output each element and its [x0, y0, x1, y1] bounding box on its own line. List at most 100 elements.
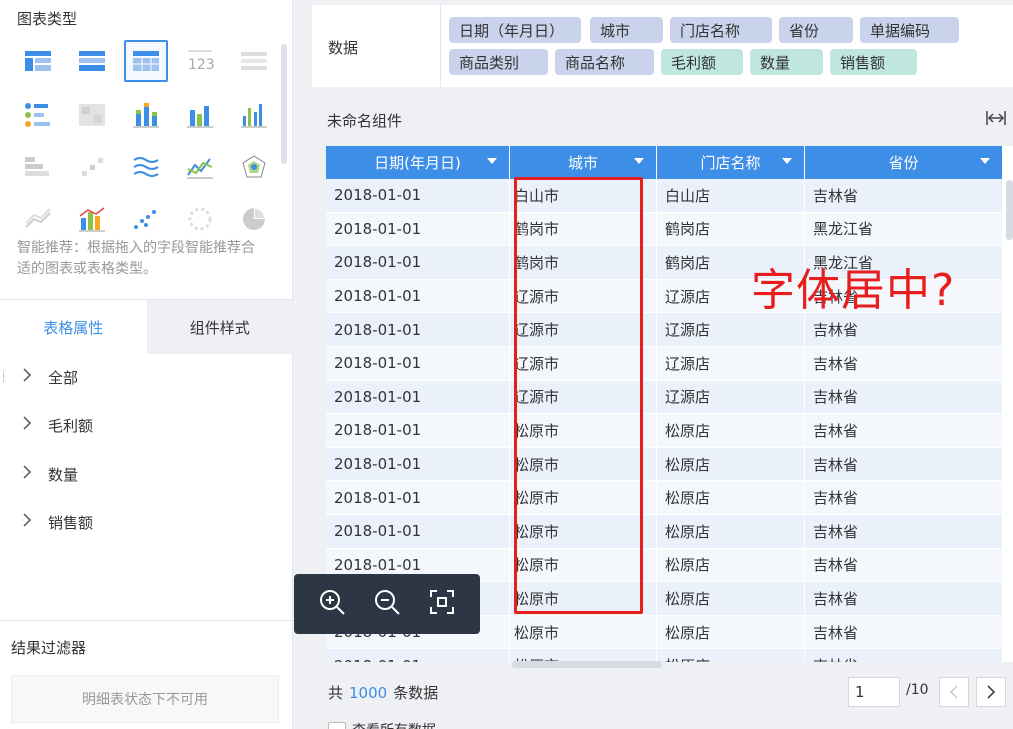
table-row[interactable]: 2018-01-01 辽源市 辽源店 吉林省 — [326, 313, 1003, 347]
prop-item-all[interactable]: 全部 — [22, 365, 78, 389]
cell-province: 吉林省 — [805, 582, 1003, 616]
column-header-label: 门店名称 — [700, 154, 761, 172]
cell-date: 2018-01-01 — [326, 179, 510, 213]
table-vertical-scrollbar[interactable] — [1006, 180, 1013, 240]
zoom-out-icon[interactable] — [372, 587, 402, 621]
record-count-number: 1000 — [349, 684, 388, 702]
show-all-checkbox[interactable] — [328, 722, 346, 729]
detail-table-icon[interactable] — [124, 40, 168, 82]
field-pill-sales[interactable]: 销售额 — [830, 49, 917, 75]
data-field-bar: 数据 日期（年月日） 城市 门店名称 省份 单据编码 商品类别 商品名称 毛利额… — [312, 5, 1013, 87]
text-table-icon[interactable] — [232, 40, 276, 82]
drag-handle-icon[interactable]: ⁞ ⁞ — [2, 370, 6, 390]
cell-province: 吉林省 — [805, 380, 1003, 415]
record-count: 共 1000 条数据 — [328, 682, 438, 703]
table-row[interactable]: 2018-01-01 白山市 白山店 吉林省 — [326, 179, 1003, 213]
prop-item-gross-profit[interactable]: 毛利额 — [22, 413, 93, 437]
divider — [0, 620, 293, 621]
column-header-date[interactable]: 日期(年月日) — [326, 146, 510, 179]
table-row[interactable]: 2018-01-01松原市松原店吉林省 — [326, 481, 1003, 515]
prev-page-button[interactable] — [939, 677, 969, 707]
column-header-city[interactable]: 城市 — [510, 146, 657, 179]
field-pill-category[interactable]: 商品类别 — [449, 49, 548, 75]
grouped-bar-icon[interactable] — [16, 94, 60, 136]
field-pill-city[interactable]: 城市 — [590, 17, 663, 43]
caret-down-icon[interactable] — [487, 158, 497, 164]
cell-province: 吉林省 — [805, 313, 1003, 347]
prop-item-sales[interactable]: 销售额 — [22, 510, 93, 534]
widget-title[interactable]: 未命名组件 — [327, 110, 402, 131]
radar-icon[interactable] — [232, 146, 276, 188]
table-icon[interactable] — [16, 40, 60, 82]
field-pill-doc-code[interactable]: 单据编码 — [860, 17, 959, 43]
cell-province: 吉林省 — [805, 179, 1003, 213]
table-row[interactable]: 2018-01-01松原市松原店吉林省 — [326, 649, 1003, 662]
chevron-left-icon — [949, 685, 958, 699]
field-pill-province[interactable]: 省份 — [779, 17, 853, 43]
stacked-bar-icon[interactable] — [124, 94, 168, 136]
tab-component-style[interactable]: 组件样式 — [146, 300, 293, 354]
field-pill-gross-profit[interactable]: 毛利额 — [661, 49, 743, 75]
cross-table-icon[interactable] — [70, 40, 114, 82]
bar-chart-icon[interactable] — [178, 94, 222, 136]
column-header-store[interactable]: 门店名称 — [657, 146, 805, 179]
pie-chart-icon[interactable] — [232, 198, 276, 240]
cell-store: 辽源店 — [657, 380, 805, 415]
table-horizontal-scrollbar[interactable] — [512, 661, 662, 668]
chart-grid-scrollbar[interactable] — [281, 44, 287, 164]
multi-line-icon[interactable] — [124, 146, 168, 188]
table-row[interactable]: 2018-01-01 鹤岗市 鹤岗店 黑龙江省 — [326, 212, 1003, 247]
scatter-icon[interactable] — [124, 198, 168, 240]
record-count-suffix: 条数据 — [393, 684, 439, 702]
cell-store: 白山店 — [657, 179, 805, 213]
svg-text:123: 123 — [188, 57, 215, 73]
table-row[interactable]: 2018-01-01松原市松原店吉林省 — [326, 514, 1003, 549]
cell-date: 2018-01-01 — [326, 649, 510, 662]
table-row[interactable]: 2018-01-01松原市松原店吉林省 — [326, 414, 1003, 448]
chevron-right-icon — [987, 685, 996, 699]
column-chart-icon[interactable] — [232, 94, 276, 136]
caret-down-icon[interactable] — [634, 158, 644, 164]
caret-down-icon[interactable] — [980, 158, 990, 164]
tab-table-properties[interactable]: 表格属性 — [0, 300, 147, 354]
field-pill-store-name[interactable]: 门店名称 — [670, 17, 772, 43]
area-chart-icon[interactable] — [16, 198, 60, 240]
cell-store: 鹤岗店 — [657, 212, 805, 247]
caret-down-icon[interactable] — [782, 158, 792, 164]
zoom-toolbar — [294, 574, 480, 634]
cell-date: 2018-01-01 — [326, 212, 510, 247]
column-header-province[interactable]: 省份 — [805, 146, 1003, 179]
cell-province: 黑龙江省 — [805, 212, 1003, 247]
next-page-button[interactable] — [976, 677, 1006, 707]
combo-chart-icon[interactable] — [70, 198, 114, 240]
page-number-input[interactable]: 1 — [848, 677, 900, 707]
annotation-text: 字体居中? — [751, 265, 956, 316]
fit-screen-icon[interactable] — [427, 587, 457, 621]
line-chart-icon[interactable] — [178, 146, 222, 188]
field-pill-product-name[interactable]: 商品名称 — [555, 49, 654, 75]
table-row[interactable]: 2018-01-01 辽源市 辽源店 吉林省 — [326, 346, 1003, 381]
cell-province: 吉林省 — [805, 447, 1003, 482]
property-tabs: 表格属性 组件样式 — [0, 300, 293, 354]
scatter-light-icon[interactable] — [70, 146, 114, 188]
kpi-number-icon[interactable]: 123 — [178, 40, 222, 82]
table-row[interactable]: 2018-01-01 辽源市 辽源店 吉林省 — [326, 380, 1003, 415]
result-filter-box: 明细表状态下不可用 — [11, 675, 279, 723]
cell-date: 2018-01-01 — [326, 514, 510, 549]
chart-type-title: 图表类型 — [17, 10, 78, 28]
field-pill-quantity[interactable]: 数量 — [750, 49, 823, 75]
prop-item-label: 毛利额 — [48, 416, 94, 435]
heatmap-table-icon[interactable] — [70, 94, 114, 136]
cell-date: 2018-01-01 — [326, 414, 510, 448]
horizontal-bar-icon[interactable] — [16, 146, 60, 188]
show-all-label: 查看所有数据 — [352, 720, 436, 729]
prop-item-quantity[interactable]: 数量 — [22, 462, 78, 486]
expand-width-icon[interactable] — [985, 110, 1007, 130]
cell-date: 2018-01-01 — [326, 481, 510, 515]
smart-recommend-tip: 智能推荐：根据拖入的字段智能推荐合适的图表或表格类型。 — [17, 240, 255, 277]
bubble-icon[interactable] — [178, 198, 222, 240]
result-filter-title: 结果过滤器 — [11, 639, 87, 657]
table-row[interactable]: 2018-01-01松原市松原店吉林省 — [326, 447, 1003, 482]
field-pill-date[interactable]: 日期（年月日） — [449, 17, 581, 43]
zoom-in-icon[interactable] — [317, 587, 347, 621]
